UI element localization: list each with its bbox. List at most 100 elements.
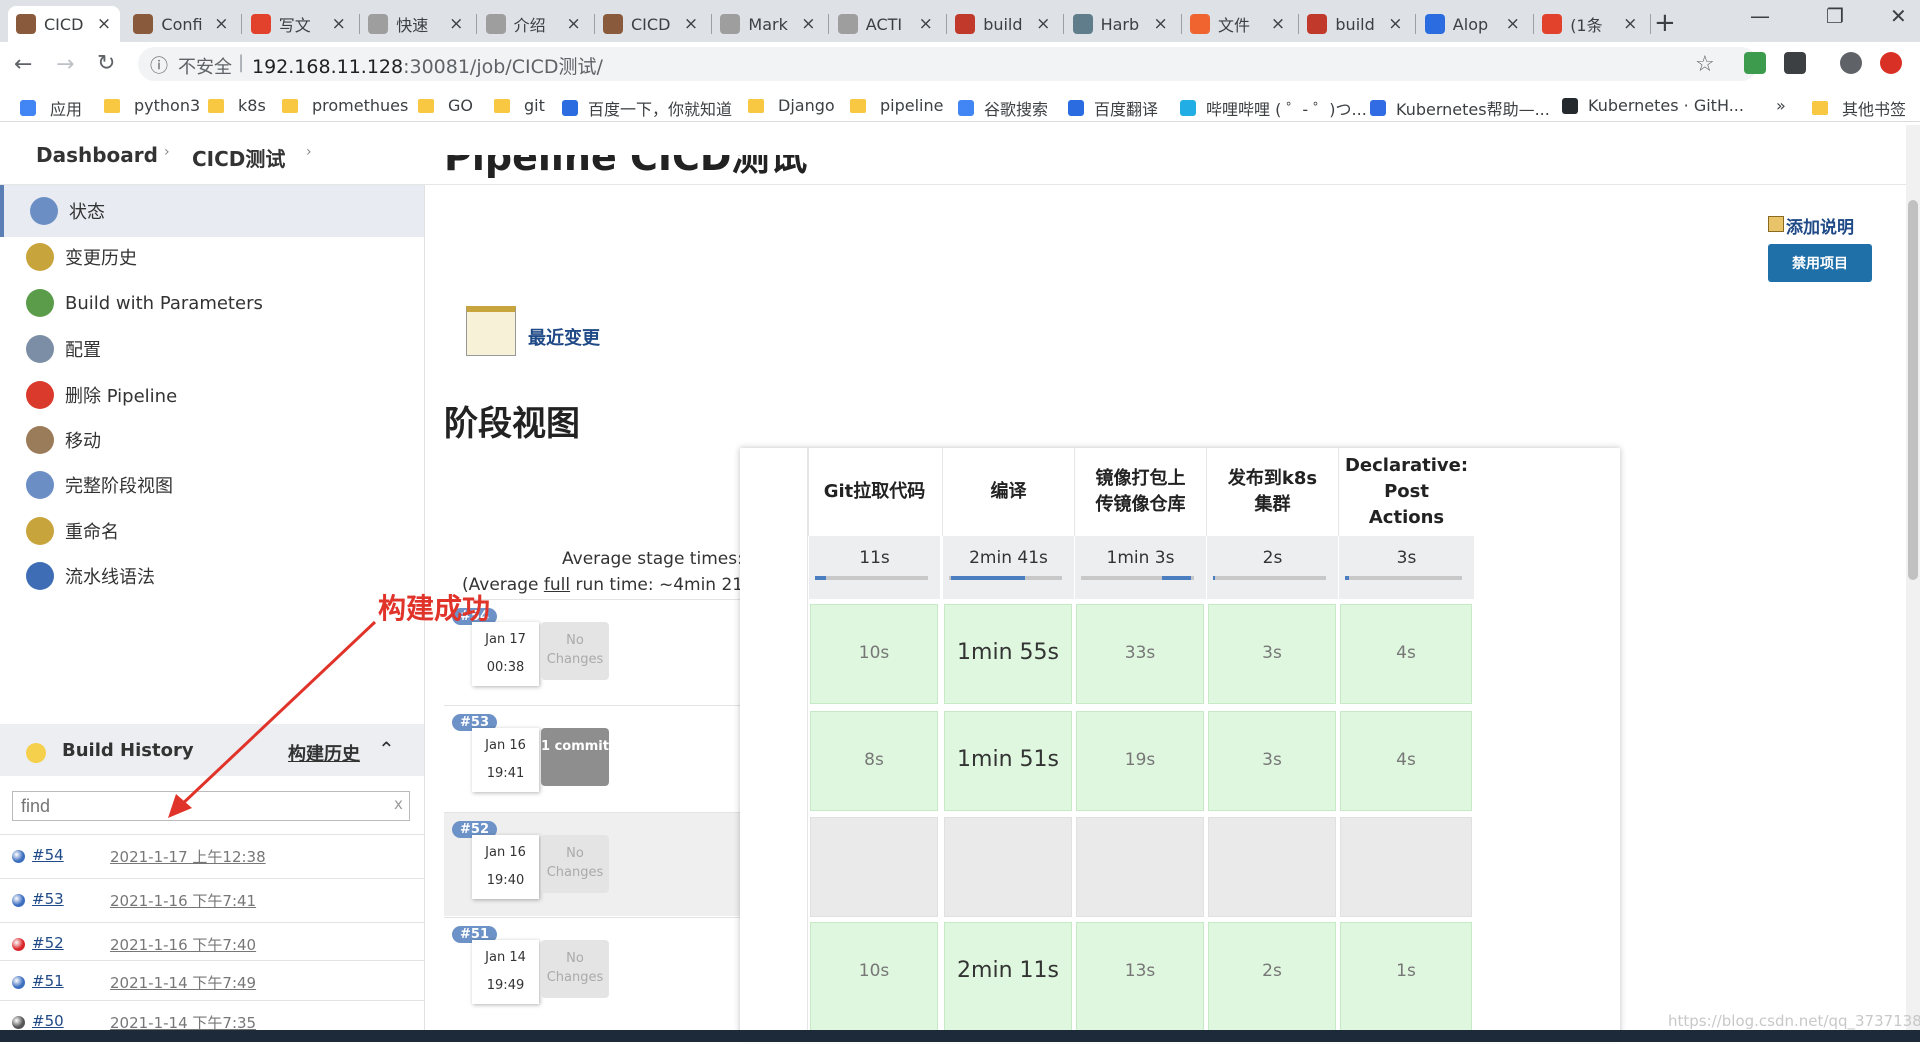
browser-tab[interactable]: 写文 × bbox=[243, 6, 355, 42]
browser-tab[interactable]: CICD × bbox=[595, 6, 707, 42]
build-number-link[interactable]: #50 bbox=[32, 1012, 64, 1030]
chevron-right-icon[interactable]: › bbox=[306, 144, 312, 160]
browser-tab[interactable]: Alop × bbox=[1417, 6, 1529, 42]
build-history-row[interactable]: #54 2021-1-17 上午12:38 bbox=[0, 834, 424, 878]
browser-tab[interactable]: build × bbox=[1299, 6, 1411, 42]
stage-cell[interactable]: 2s bbox=[1208, 922, 1336, 1032]
browser-tab[interactable]: Confi × bbox=[125, 6, 237, 42]
tab-close-icon[interactable]: × bbox=[1153, 14, 1169, 34]
stage-cell[interactable]: 13s bbox=[1076, 922, 1204, 1032]
add-description-link[interactable]: 添加说明 bbox=[1786, 213, 1854, 238]
minimize-button[interactable]: — bbox=[1750, 4, 1770, 28]
browser-tab[interactable]: (1条 × bbox=[1534, 6, 1646, 42]
stage-cell[interactable]: 2min 11s bbox=[944, 922, 1072, 1032]
task-link[interactable]: 流水线语法 bbox=[0, 550, 424, 602]
bookmark-item[interactable]: Kubernetes帮助—... bbox=[1370, 96, 1550, 120]
task-link[interactable]: 状态 bbox=[0, 185, 424, 237]
profile-icon[interactable] bbox=[1840, 52, 1862, 74]
update-icon[interactable] bbox=[1880, 52, 1902, 74]
changes-box[interactable]: No Changes bbox=[541, 622, 609, 680]
tab-close-icon[interactable]: × bbox=[448, 14, 464, 34]
tab-close-icon[interactable]: × bbox=[1622, 14, 1638, 34]
tab-close-icon[interactable]: × bbox=[1387, 14, 1403, 34]
breadcrumb-job[interactable]: CICD测试 bbox=[192, 143, 285, 172]
stage-cell[interactable]: 4s bbox=[1340, 604, 1472, 704]
bookmark-item[interactable]: python3 bbox=[104, 96, 200, 115]
clear-search-icon[interactable]: x bbox=[394, 795, 403, 813]
bookmark-item[interactable]: k8s bbox=[208, 96, 266, 115]
stage-cell[interactable]: 10s bbox=[810, 604, 938, 704]
back-icon[interactable]: ← bbox=[14, 52, 32, 77]
close-window-button[interactable]: ✕ bbox=[1890, 4, 1907, 28]
extension-icon[interactable] bbox=[1784, 52, 1806, 74]
edit-description-icon[interactable] bbox=[1768, 216, 1784, 232]
changes-box[interactable]: 1 commit bbox=[541, 728, 609, 786]
maximize-button[interactable]: ❐ bbox=[1826, 4, 1844, 28]
extension-icon[interactable] bbox=[1744, 52, 1766, 74]
stage-cell[interactable]: 10s bbox=[810, 922, 938, 1032]
stage-cell[interactable] bbox=[944, 817, 1072, 917]
tab-close-icon[interactable]: × bbox=[1505, 14, 1521, 34]
bookmark-item[interactable]: 百度一下，你就知道 bbox=[562, 96, 732, 120]
bookmark-item[interactable]: promethues bbox=[282, 96, 408, 115]
stage-cell[interactable] bbox=[1208, 817, 1336, 917]
browser-tab[interactable]: CICD × bbox=[8, 6, 120, 42]
stage-cell[interactable]: 1min 51s bbox=[944, 711, 1072, 811]
build-history-trend-link[interactable]: 构建历史 bbox=[288, 740, 360, 766]
task-link[interactable]: 配置 bbox=[0, 323, 424, 375]
forward-icon[interactable]: → bbox=[56, 52, 74, 77]
build-date-link[interactable]: 2021-1-17 上午12:38 bbox=[110, 846, 266, 867]
stage-cell[interactable] bbox=[1076, 817, 1204, 917]
task-link[interactable]: 变更历史 bbox=[0, 231, 424, 283]
tab-close-icon[interactable]: × bbox=[1270, 14, 1286, 34]
stage-cell[interactable]: 4s bbox=[1340, 711, 1472, 811]
browser-tab[interactable]: 文件 × bbox=[1182, 6, 1294, 42]
reload-icon[interactable]: ↻ bbox=[97, 51, 115, 76]
url-text[interactable]: 192.168.11.128:30081/job/CICD测试/ bbox=[252, 52, 603, 79]
bookmark-item[interactable]: pipeline bbox=[850, 96, 943, 115]
disable-project-button[interactable]: 禁用项目 bbox=[1768, 244, 1872, 282]
browser-tab[interactable]: 快速 × bbox=[360, 6, 472, 42]
build-number-link[interactable]: #51 bbox=[32, 972, 64, 990]
stage-cell[interactable]: 1s bbox=[1340, 922, 1472, 1032]
stage-cell[interactable] bbox=[1340, 817, 1472, 917]
stage-cell[interactable]: 33s bbox=[1076, 604, 1204, 704]
changes-box[interactable]: No Changes bbox=[541, 835, 609, 893]
chevron-right-icon[interactable]: › bbox=[164, 144, 170, 160]
task-link[interactable]: Build with Parameters bbox=[0, 277, 424, 329]
collapse-caret-icon[interactable]: ⌃ bbox=[378, 737, 395, 761]
build-history-row[interactable]: #51 2021-1-14 下午7:49 bbox=[0, 960, 424, 1004]
stage-cell[interactable]: 19s bbox=[1076, 711, 1204, 811]
build-number-link[interactable]: #54 bbox=[32, 846, 64, 864]
tab-close-icon[interactable]: × bbox=[331, 14, 347, 34]
bookmark-item[interactable]: GO bbox=[418, 96, 473, 115]
breadcrumb-dashboard[interactable]: Dashboard bbox=[36, 143, 158, 167]
recent-changes-link[interactable]: 最近变更 bbox=[528, 324, 600, 350]
bookmark-star-icon[interactable]: ☆ bbox=[1695, 52, 1715, 77]
build-date-link[interactable]: 2021-1-16 下午7:40 bbox=[110, 934, 256, 955]
stage-cell[interactable]: 1min 55s bbox=[944, 604, 1072, 704]
tab-close-icon[interactable]: × bbox=[566, 14, 582, 34]
task-link[interactable]: 完整阶段视图 bbox=[0, 459, 424, 511]
bookmark-item[interactable]: 应用 bbox=[20, 96, 82, 120]
bookmark-item[interactable]: Kubernetes · GitH... bbox=[1562, 96, 1744, 115]
tab-close-icon[interactable]: × bbox=[96, 14, 112, 34]
tab-close-icon[interactable]: × bbox=[213, 14, 229, 34]
bookmark-item[interactable]: 哔哩哔哩 ( ゜- ゜)つ... bbox=[1180, 96, 1367, 120]
stage-cell[interactable]: 3s bbox=[1208, 604, 1336, 704]
avg-full-link[interactable]: full bbox=[544, 575, 570, 595]
browser-tab[interactable]: ACTI × bbox=[830, 6, 942, 42]
bookmark-item[interactable]: git bbox=[494, 96, 545, 115]
bookmark-item[interactable]: 百度翻译 bbox=[1068, 96, 1158, 120]
browser-tab[interactable]: 介绍 × bbox=[478, 6, 590, 42]
stage-cell[interactable]: 8s bbox=[810, 711, 938, 811]
tab-close-icon[interactable]: × bbox=[800, 14, 816, 34]
build-number-link[interactable]: #53 bbox=[32, 890, 64, 908]
bookmark-item[interactable]: Django bbox=[748, 96, 835, 115]
changes-box[interactable]: No Changes bbox=[541, 940, 609, 998]
browser-tab[interactable]: Mark × bbox=[712, 6, 824, 42]
tab-close-icon[interactable]: × bbox=[683, 14, 699, 34]
build-history-row[interactable]: #53 2021-1-16 下午7:41 bbox=[0, 878, 424, 922]
stage-cell[interactable]: 3s bbox=[1208, 711, 1336, 811]
build-number-link[interactable]: #52 bbox=[32, 934, 64, 952]
